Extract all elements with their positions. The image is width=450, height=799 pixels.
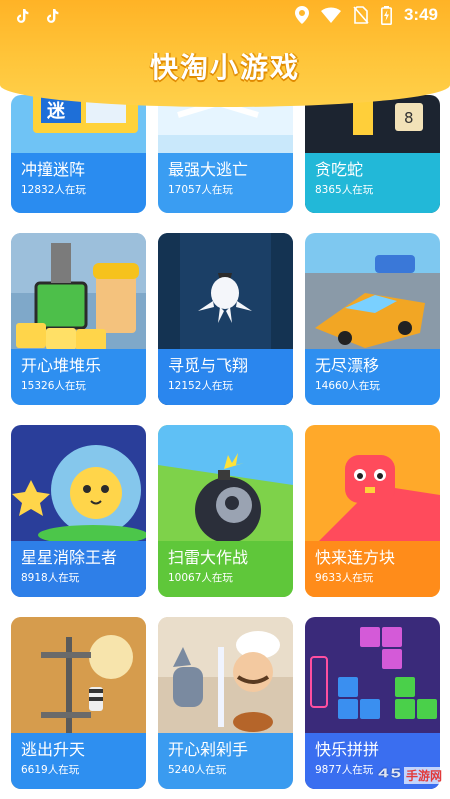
game-card[interactable]: 星星消除王者 8918人在玩 xyxy=(11,425,146,597)
svg-text:8: 8 xyxy=(404,109,414,127)
player-count: 9633人在玩 xyxy=(315,572,374,584)
card-info: 开心堆堆乐 15326人在玩 xyxy=(11,349,146,405)
watermark: ⁴⁵ 手游网 xyxy=(377,760,444,791)
card-info: 贪吃蛇 8365人在玩 xyxy=(305,153,440,213)
card-info: 扫雷大作战 10067人在玩 xyxy=(158,541,293,597)
game-name: 快乐拼拼 xyxy=(315,740,380,759)
tiktok-icon xyxy=(14,8,30,24)
player-count: 12832人在玩 xyxy=(21,184,86,196)
game-card[interactable]: 开心堆堆乐 15326人在玩 xyxy=(11,233,146,405)
app-screen: 3:49 快淘小游戏 迷 冲撞迷阵 12832人在玩 最强大逃亡 17057人在… xyxy=(0,0,450,799)
card-info: 无尽漂移 14660人在玩 xyxy=(305,349,440,405)
player-count: 5240人在玩 xyxy=(168,764,227,776)
game-name: 无尽漂移 xyxy=(315,356,380,375)
page-title: 快淘小游戏 xyxy=(149,51,300,84)
player-count: 14660人在玩 xyxy=(315,380,380,392)
game-card[interactable]: 逃出升天 6619人在玩 xyxy=(11,617,146,789)
player-count: 17057人在玩 xyxy=(168,184,233,196)
game-card[interactable]: 扫雷大作战 10067人在玩 xyxy=(158,425,293,597)
game-card[interactable]: 开心剁剁手 5240人在玩 xyxy=(158,617,293,789)
game-card[interactable]: 迷 冲撞迷阵 12832人在玩 xyxy=(11,95,146,213)
player-count: 10067人在玩 xyxy=(168,572,233,584)
clock: 3:49 xyxy=(403,5,438,24)
game-card[interactable]: 8 贪吃蛇 8365人在玩 xyxy=(305,95,440,213)
card-info: 快来连方块 9633人在玩 xyxy=(305,541,440,597)
card-info: 最强大逃亡 17057人在玩 xyxy=(158,153,293,213)
game-name: 寻觅与飞翔 xyxy=(168,356,249,375)
game-card[interactable]: 寻觅与飞翔 12152人在玩 xyxy=(158,233,293,405)
player-count: 6619人在玩 xyxy=(21,764,80,776)
no-sim-icon xyxy=(353,6,369,24)
battery-charging-icon xyxy=(380,5,392,25)
game-name: 星星消除王者 xyxy=(21,548,118,567)
tiktok-icon xyxy=(44,8,60,24)
game-name: 开心堆堆乐 xyxy=(21,356,102,375)
wifi-icon xyxy=(320,7,341,23)
header: 3:49 快淘小游戏 xyxy=(0,0,450,107)
game-card[interactable]: 快来连方块 9633人在玩 xyxy=(305,425,440,597)
game-card[interactable]: 最强大逃亡 17057人在玩 xyxy=(158,95,293,213)
game-card[interactable]: 无尽漂移 14660人在玩 xyxy=(305,233,440,405)
card-info: 星星消除王者 8918人在玩 xyxy=(11,541,146,597)
watermark-logo-icon: ⁴⁵ xyxy=(376,760,402,790)
player-count: 8918人在玩 xyxy=(21,572,80,584)
game-name: 扫雷大作战 xyxy=(168,548,249,567)
game-name: 开心剁剁手 xyxy=(168,740,249,759)
game-grid: 迷 冲撞迷阵 12832人在玩 最强大逃亡 17057人在玩 8 贪吃蛇 836… xyxy=(11,95,441,799)
player-count: 8365人在玩 xyxy=(315,184,374,196)
game-name: 冲撞迷阵 xyxy=(21,160,86,179)
game-name: 最强大逃亡 xyxy=(168,160,249,179)
location-icon xyxy=(294,6,309,24)
svg-text:迷: 迷 xyxy=(46,101,66,122)
game-name: 贪吃蛇 xyxy=(315,160,364,179)
status-bar: 3:49 xyxy=(0,0,450,34)
card-info: 寻觅与飞翔 12152人在玩 xyxy=(158,349,293,405)
game-name: 逃出升天 xyxy=(21,740,86,759)
card-info: 逃出升天 6619人在玩 xyxy=(11,733,146,789)
watermark-text: 手游网 xyxy=(403,767,444,784)
player-count: 15326人在玩 xyxy=(21,380,86,392)
game-name: 快来连方块 xyxy=(315,548,396,567)
card-info: 冲撞迷阵 12832人在玩 xyxy=(11,153,146,213)
card-info: 开心剁剁手 5240人在玩 xyxy=(158,733,293,789)
player-count: 12152人在玩 xyxy=(168,380,233,392)
